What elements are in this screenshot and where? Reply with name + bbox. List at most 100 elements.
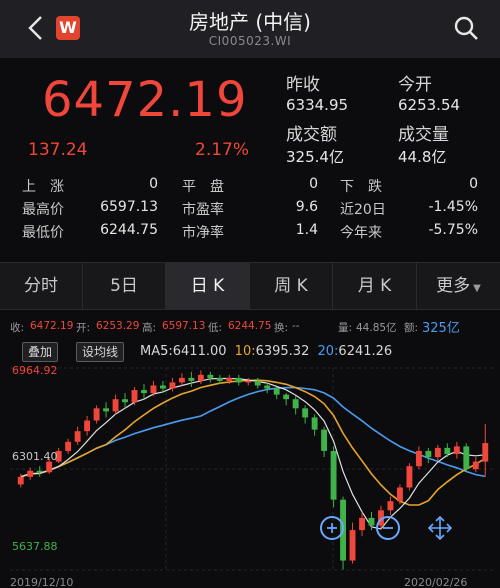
close-label: 收: [10,322,25,334]
amount-label: 额: [404,322,419,334]
zoom-in-icon[interactable] [320,516,344,540]
candle [93,408,100,421]
ma20-value: 6241.26 [338,344,393,359]
prev-close-label: 昨收 [286,75,320,95]
amount-value: 325亿 [422,321,460,336]
page-title: 房地产 (中信) [189,10,311,34]
y-min-label: 5637.88 [12,540,58,553]
stat-value: 0 [309,176,318,192]
candle [463,446,470,470]
pan-move-icon[interactable] [426,514,454,542]
stat-value: 9.6 [295,199,318,215]
price-change: 137.24 [28,140,88,160]
candle [283,394,290,400]
ohlc-info: 收: 6472.19 开: 6253.29 高: 6597.13 低: 6244… [0,314,500,336]
candle [122,399,128,403]
candle [84,420,91,432]
set-ma-button[interactable]: 设均线 [76,342,125,362]
candle [453,446,460,454]
ma-legend: MA5:6411.00 10:6395.32 20:6241.26 [140,344,392,359]
stat-label: 最高价 [22,202,64,218]
candle [387,501,394,511]
high-value: 6597.13 [162,320,206,332]
period-tabs: 分时 5日 日 K 周 K 月 K 更多 ▼ [0,262,500,310]
tab-monthly-k[interactable]: 月 K [333,263,417,309]
ma5-value: 6411.00 [172,344,227,359]
candle [482,443,489,462]
stats-row: 最高价 6597.13 市盈率 9.6 近20日 -1.45% [0,199,500,219]
ma20-key: 20: [317,344,339,359]
last-price: 6472.19 [42,72,248,128]
stat-label: 上 涨 [22,179,64,195]
tab-intraday[interactable]: 分时 [0,263,83,309]
candle [226,377,233,381]
candle [264,385,271,389]
tab-more[interactable]: 更多 ▼ [417,263,500,309]
open-label: 今开 [398,75,432,95]
stat-label: 最低价 [22,225,64,241]
open-value: 6253.54 [398,96,461,114]
turnover-rate-label: 换: [274,322,289,334]
quote-panel: 6472.19 137.24 2.17% 昨收 6334.95 今开 6253.… [0,58,500,262]
candle [330,450,337,500]
candle [150,385,157,394]
candle [188,377,195,381]
app-header: W 房地产 (中信) CI005023.WI [0,0,500,58]
candle [216,377,223,381]
stat-label: 下 跌 [340,179,382,195]
stat-value: 6597.13 [100,199,158,215]
candle [46,461,53,473]
candle [65,441,72,451]
x-end-label: 2020/02/26 [404,576,468,588]
tab-weekly-k[interactable]: 周 K [250,263,333,309]
price-change-pct: 2.17% [195,140,250,160]
candle [415,450,422,467]
candle [27,470,34,477]
ma10-value: 6395.32 [255,344,310,359]
tab-daily-k[interactable]: 日 K [166,263,250,309]
candle [197,374,204,381]
kline-svg[interactable] [0,338,500,588]
candle [245,380,252,383]
candle [425,450,432,458]
ma10-line [20,379,486,506]
stat-label: 市盈率 [182,202,224,218]
prev-close-value: 6334.95 [286,96,349,114]
turnover-rate-value: -- [292,320,300,332]
candle [349,530,356,561]
low-value: 6244.75 [228,320,272,332]
candle [17,476,24,485]
low-label: 低: [208,322,223,334]
caret-down-icon: ▼ [473,283,481,294]
candle [302,408,309,418]
candle [131,390,138,403]
stat-label: 市净率 [182,225,224,241]
tab-5day[interactable]: 5日 [83,263,166,309]
stat-label: 近20日 [340,202,386,218]
turnover-value: 325.4亿 [286,148,344,166]
candle [397,487,403,502]
stat-value: 0 [149,176,158,192]
tab-more-label: 更多 [436,276,471,296]
turnover-label: 成交额 [286,125,337,145]
stats-row: 上 涨 0 平 盘 0 下 跌 0 [0,176,500,196]
candle [368,517,375,526]
candle [235,377,242,383]
candle [359,517,365,531]
zoom-out-icon[interactable] [376,516,400,540]
candle [273,388,280,395]
ma10-key: 10: [234,344,256,359]
overlay-button[interactable]: 叠加 [22,342,59,362]
candle [112,399,119,412]
candle [169,382,176,389]
stat-label: 平 盘 [182,179,224,195]
stat-value: -1.45% [428,199,478,215]
candle [36,470,43,473]
search-icon[interactable] [452,14,480,42]
open-label: 开: [76,322,91,334]
open-value: 6253.29 [96,320,140,332]
ma5-key: 5: [160,344,173,359]
kline-chart: 叠加 设均线 MA5:6411.00 10:6395.32 20:6241.26… [0,338,500,588]
candle [321,429,328,451]
index-code: CI005023.WI [208,34,292,48]
